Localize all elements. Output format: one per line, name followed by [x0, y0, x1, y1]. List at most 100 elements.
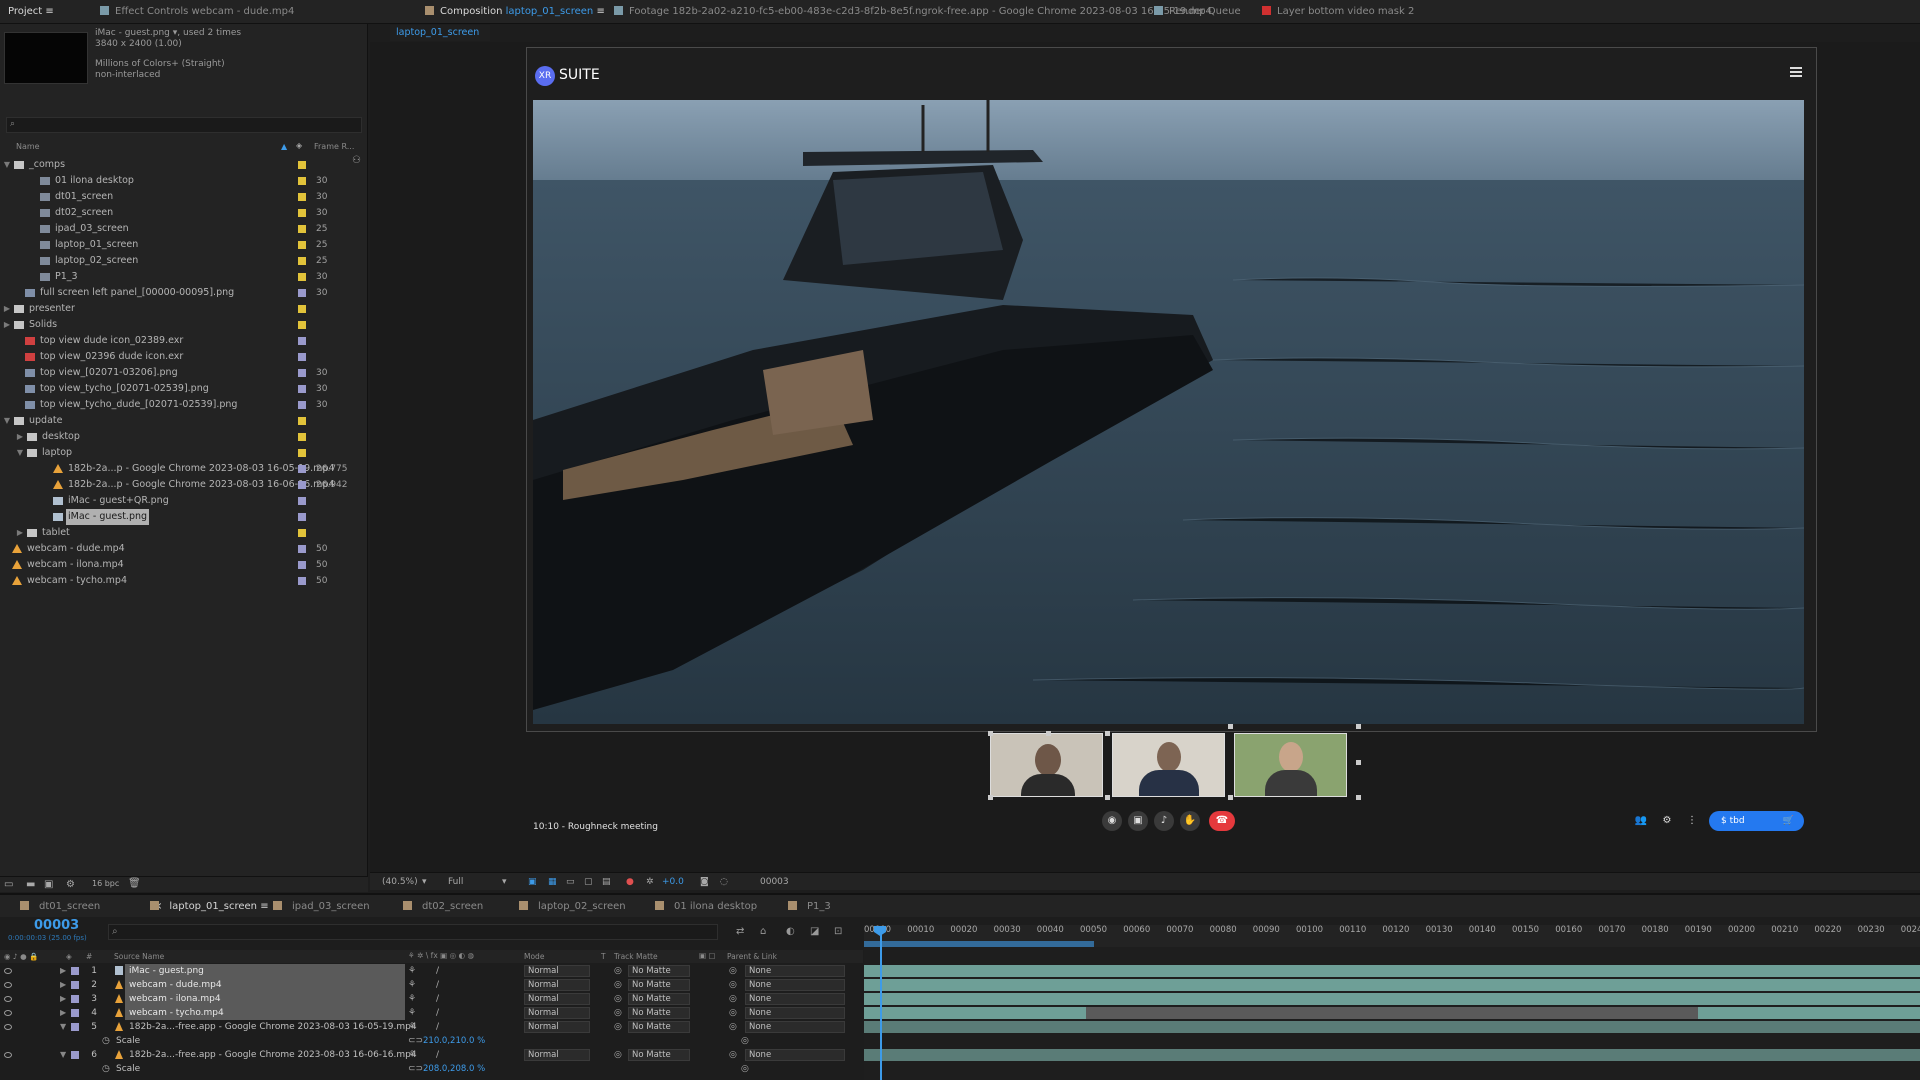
zoom-select[interactable]: (40.5%) — [382, 873, 418, 891]
visibility-eye-icon[interactable] — [4, 982, 12, 988]
matte-icon[interactable]: ◎ — [614, 978, 622, 992]
new-folder-icon[interactable]: ▬ — [26, 879, 35, 890]
chevron-right-icon[interactable]: ▶ — [2, 301, 12, 317]
track-matte-select[interactable]: No Matte — [628, 1049, 690, 1061]
layer-duration-bar[interactable] — [864, 1021, 1920, 1033]
top-tab-2[interactable]: Composition laptop_01_screen ≡ — [425, 0, 605, 24]
property-value[interactable]: 210.0,210.0 % — [423, 1034, 485, 1048]
mic-icon[interactable]: ♪ — [1154, 811, 1174, 831]
menu-icon[interactable]: ≡ — [45, 6, 53, 17]
project-item[interactable]: 182b-2a...p - Google Chrome 2023-08-03 1… — [0, 477, 355, 493]
col-parent[interactable]: Parent & Link — [727, 952, 777, 961]
quality-icon[interactable]: / — [436, 1020, 439, 1034]
selection-handle[interactable] — [1105, 795, 1110, 800]
project-item[interactable]: ▼ _comps — [0, 157, 355, 173]
shy-icon[interactable]: ⚘ — [408, 978, 416, 992]
project-item[interactable]: top view_02396 dude icon.exr — [0, 349, 355, 365]
webcam-tile-1[interactable] — [990, 733, 1103, 797]
track-matte-select[interactable]: No Matte — [628, 993, 690, 1005]
layer-row[interactable]: ▶ 4 webcam - tycho.mp4 ⚘ / Normal ◎ No Matte ◎ No… — [0, 1006, 863, 1020]
label-color[interactable] — [298, 353, 306, 361]
top-tab-3[interactable]: Footage 182b-2a02-a210-fc5-eb00-483e-c2d… — [614, 0, 1212, 24]
project-search-input[interactable]: ⌕ — [6, 117, 362, 133]
pickwhip-icon[interactable]: ◎ — [729, 1006, 737, 1020]
label-color[interactable] — [298, 193, 306, 201]
pickwhip-icon[interactable]: ◎ — [729, 992, 737, 1006]
more-icon[interactable]: ⋮ — [1684, 813, 1700, 829]
selection-handle[interactable] — [1356, 724, 1361, 729]
project-item[interactable]: iMac - guest+QR.png — [0, 493, 355, 509]
project-item[interactable]: 182b-2a...p - Google Chrome 2023-08-03 1… — [0, 461, 355, 477]
layer-label-color[interactable] — [71, 1009, 79, 1017]
col-mode[interactable]: Mode — [524, 952, 544, 961]
parent-select[interactable]: None — [745, 993, 845, 1005]
pickwhip-icon[interactable]: ◎ — [729, 1020, 737, 1034]
region-icon[interactable]: ▣ — [528, 873, 537, 891]
label-color[interactable] — [298, 497, 306, 505]
parent-select[interactable]: None — [745, 965, 845, 977]
project-item[interactable]: ▶ Solids — [0, 317, 355, 333]
top-tab-5[interactable]: Layer bottom video mask 2 — [1262, 0, 1414, 24]
project-item[interactable]: P1_3 30 — [0, 269, 355, 285]
chevron-right-icon[interactable]: ▶ — [60, 1006, 66, 1020]
bpc-toggle[interactable]: 16 bpc — [92, 879, 119, 888]
label-color[interactable] — [298, 369, 306, 377]
chevron-right-icon[interactable]: ▶ — [60, 964, 66, 978]
layer-label-color[interactable] — [71, 1023, 79, 1031]
stopwatch-icon[interactable]: ◷ — [102, 1062, 110, 1076]
selection-handle[interactable] — [1105, 731, 1110, 736]
selection-handle[interactable] — [1356, 760, 1361, 765]
visibility-eye-icon[interactable] — [4, 1024, 12, 1030]
label-color[interactable] — [298, 417, 306, 425]
property-value[interactable]: 208.0,208.0 % — [423, 1062, 485, 1076]
timecode[interactable]: 00003 — [34, 918, 79, 933]
project-item[interactable]: top view_tycho_[02071-02539].png 30 — [0, 381, 355, 397]
chevron-down-icon[interactable]: ▾ — [502, 873, 507, 891]
show-snapshot-icon[interactable]: ◌ — [720, 873, 728, 891]
project-item[interactable]: laptop_02_screen 25 — [0, 253, 355, 269]
interpret-footage-icon[interactable]: ▭ — [4, 879, 13, 890]
visibility-eye-icon[interactable] — [4, 968, 12, 974]
matte-icon[interactable]: ◎ — [614, 1048, 622, 1062]
timeline-tab-0[interactable]: dt01_screen — [20, 895, 100, 919]
chevron-down-icon[interactable]: ▼ — [60, 1048, 66, 1062]
track-matte-select[interactable]: No Matte — [628, 1007, 690, 1019]
selection-handle[interactable] — [1228, 724, 1233, 729]
col-t[interactable]: T — [601, 952, 606, 961]
label-color[interactable] — [298, 545, 306, 553]
timeline-tab-6[interactable]: P1_3 — [788, 895, 831, 919]
blend-mode-select[interactable]: Normal — [524, 993, 590, 1005]
stopwatch-icon[interactable]: ◷ — [102, 1034, 110, 1048]
chevron-right-icon[interactable]: ▶ — [2, 317, 12, 333]
pickwhip-icon[interactable]: ◎ — [729, 1048, 737, 1062]
label-color[interactable] — [298, 305, 306, 313]
motion-blur-icon[interactable]: ◐ — [786, 926, 795, 937]
chevron-down-icon[interactable]: ▼ — [2, 413, 12, 429]
layer-name[interactable]: webcam - dude.mp4 — [125, 978, 405, 992]
chevron-right-icon[interactable]: ▶ — [60, 978, 66, 992]
project-item[interactable]: full screen left panel_[00000-00095].png… — [0, 285, 355, 301]
chevron-down-icon[interactable]: ▼ — [60, 1020, 66, 1034]
label-color[interactable] — [298, 161, 306, 169]
layer-row[interactable]: ▶ 3 webcam - ilona.mp4 ⚘ / Normal ◎ No Matte ◎ No… — [0, 992, 863, 1006]
pickwhip-icon[interactable]: ◎ — [729, 964, 737, 978]
timeline-search-input[interactable]: ⌕ — [108, 924, 718, 940]
hand-icon[interactable]: ✋ — [1180, 811, 1200, 831]
layer-duration-bar[interactable] — [864, 965, 1920, 977]
project-item[interactable]: ▼ update — [0, 413, 355, 429]
timeline-tab-5[interactable]: 01 ilona desktop — [655, 895, 757, 919]
layer-property-row[interactable]: ◷ Scale ⊂⊃ 210.0,210.0 % ◎ — [0, 1034, 863, 1048]
matte-icon[interactable]: ◎ — [614, 992, 622, 1006]
layer-name[interactable]: webcam - tycho.mp4 — [125, 1006, 405, 1020]
layer-name[interactable]: 182b-2a...-free.app - Google Chrome 2023… — [125, 1048, 417, 1062]
layer-duration-bar[interactable] — [864, 1049, 1920, 1061]
chevron-right-icon[interactable]: ▶ — [15, 525, 25, 541]
track-matte-select[interactable]: No Matte — [628, 1021, 690, 1033]
layer-label-color[interactable] — [71, 995, 79, 1003]
label-color[interactable] — [298, 209, 306, 217]
shy-icon[interactable]: ⚘ — [408, 1006, 416, 1020]
shy-icon[interactable]: ⚘ — [408, 964, 416, 978]
selection-handle[interactable] — [988, 795, 993, 800]
shy-icon[interactable]: ⚘ — [408, 1020, 416, 1034]
camera-icon[interactable]: ▣ — [1128, 811, 1148, 831]
